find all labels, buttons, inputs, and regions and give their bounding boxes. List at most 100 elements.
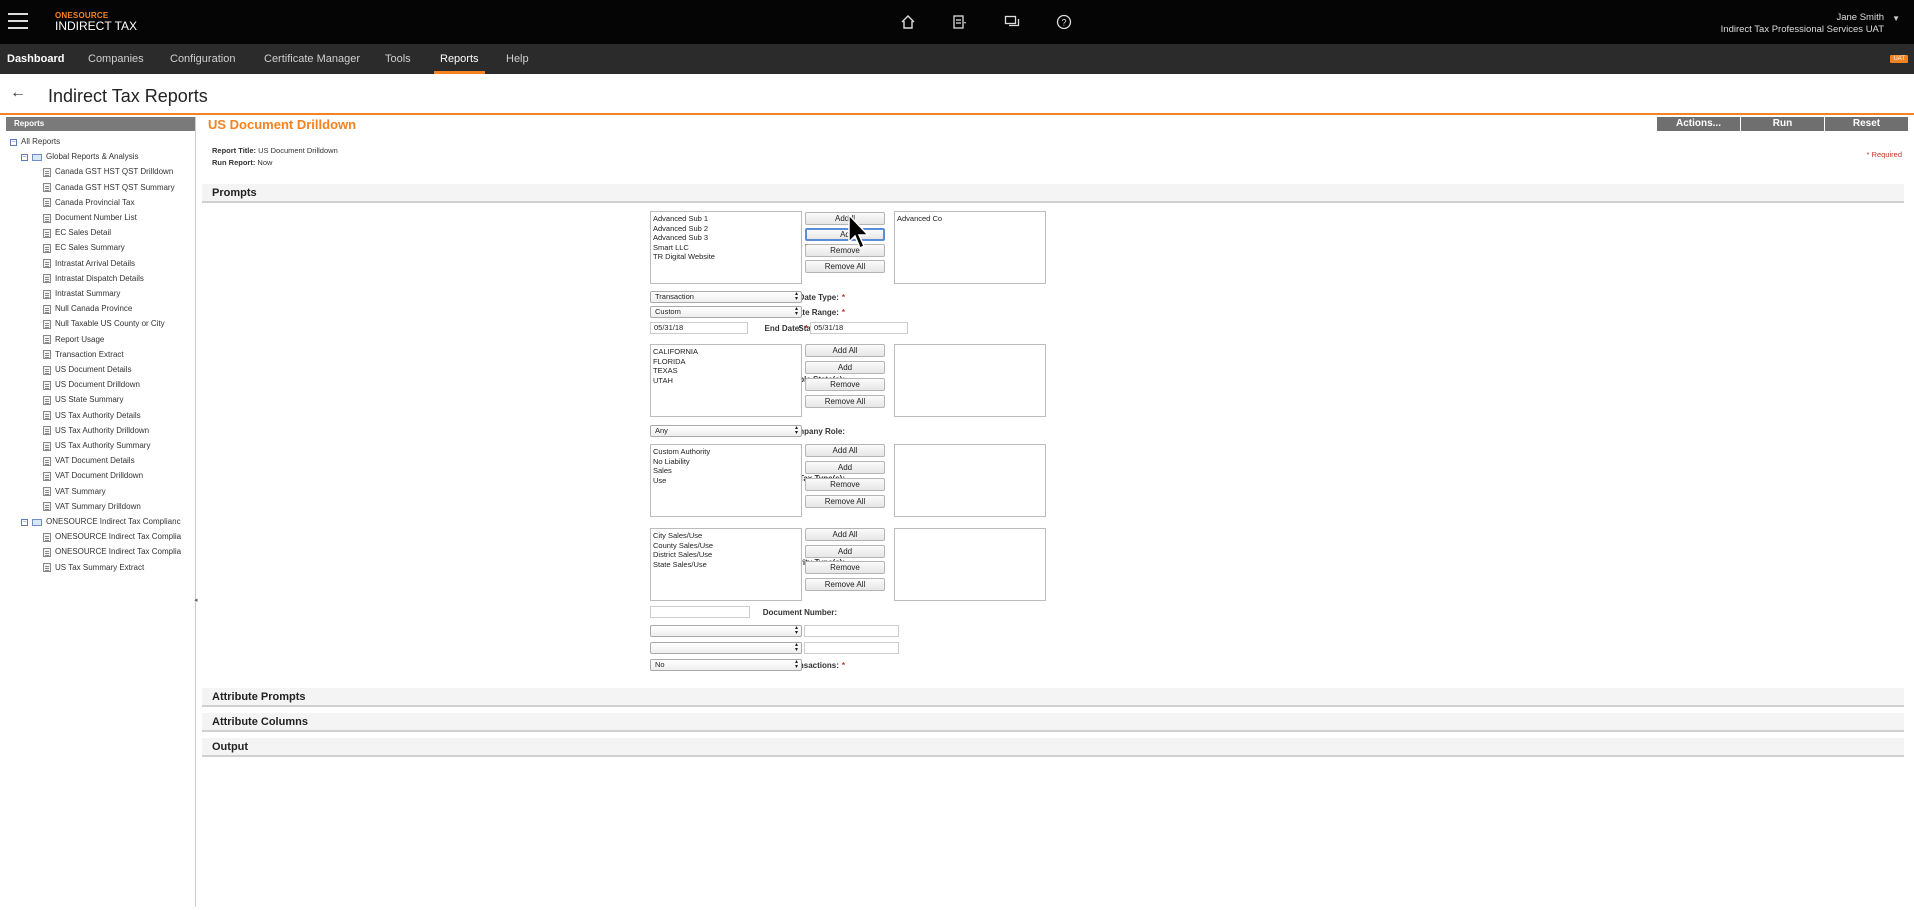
- tree-item-report[interactable]: ONESOURCE Indirect Tax Complia: [43, 530, 181, 544]
- omit-exempt-select[interactable]: No ▴ ▾: [650, 659, 802, 671]
- authority-types-add-all-button[interactable]: Add All: [805, 528, 885, 541]
- list-item[interactable]: TEXAS: [653, 366, 799, 376]
- start-date-input[interactable]: 05/31/18: [650, 322, 748, 334]
- list-item[interactable]: District Sales/Use: [653, 550, 799, 560]
- list-item[interactable]: City Sales/Use: [653, 531, 799, 541]
- tax-types-remove-all-button[interactable]: Remove All: [805, 495, 885, 508]
- date-type-select[interactable]: Transaction ▴ ▾: [650, 291, 802, 303]
- list-item[interactable]: Advanced Sub 2: [653, 224, 799, 234]
- authority-types-remove-button[interactable]: Remove: [805, 561, 885, 574]
- nav-help[interactable]: Help: [506, 44, 529, 74]
- tree-item-report[interactable]: Null Taxable US County or City: [43, 317, 165, 331]
- tree-item-report[interactable]: Canada Provincial Tax: [43, 196, 134, 210]
- list-item[interactable]: Advanced Sub 1: [653, 214, 799, 224]
- attribute-prompts-section-header[interactable]: Attribute Prompts: [202, 688, 1904, 707]
- tree-item-report[interactable]: Report Usage: [43, 333, 104, 347]
- tree-item-report[interactable]: US Tax Authority Summary: [43, 439, 150, 453]
- list-item[interactable]: State Sales/Use: [653, 560, 799, 570]
- collapse-toggle-icon[interactable]: −: [10, 138, 17, 146]
- tree-item-report[interactable]: EC Sales Summary: [43, 241, 125, 255]
- tree-item-report[interactable]: Canada GST HST QST Summary: [43, 181, 175, 195]
- hamburger-menu-icon[interactable]: [8, 13, 28, 29]
- states-add-all-button[interactable]: Add All: [805, 344, 885, 357]
- tree-item-report[interactable]: US Tax Summary Extract: [43, 561, 144, 575]
- tree-item-report[interactable]: US Document Details: [43, 363, 131, 377]
- states-add-button[interactable]: Add: [805, 361, 885, 374]
- reset-button[interactable]: Reset: [1824, 117, 1908, 131]
- tax-types-remove-button[interactable]: Remove: [805, 478, 885, 491]
- tree-item-report[interactable]: US State Summary: [43, 393, 123, 407]
- home-icon[interactable]: [898, 12, 918, 32]
- tree-item-report[interactable]: VAT Summary Drilldown: [43, 500, 141, 514]
- document-gross-amount-operator-select[interactable]: ▴ ▾: [650, 625, 802, 637]
- user-menu[interactable]: Jane Smith Indirect Tax Professional Ser…: [1721, 12, 1884, 36]
- tree-item-report[interactable]: VAT Document Details: [43, 454, 135, 468]
- back-arrow-icon[interactable]: ←: [10, 84, 26, 102]
- tree-item-report[interactable]: VAT Summary: [43, 485, 106, 499]
- tree-folder-compliance[interactable]: − ONESOURCE Indirect Tax Complianc: [21, 515, 181, 529]
- nav-certificate-manager[interactable]: Certificate Manager: [264, 44, 360, 74]
- document-number-input[interactable]: [650, 606, 750, 618]
- attribute-columns-section-header[interactable]: Attribute Columns: [202, 713, 1904, 732]
- authority-types-selected-list[interactable]: [894, 528, 1046, 601]
- tree-folder-global-reports[interactable]: − Global Reports & Analysis: [21, 150, 139, 164]
- list-item[interactable]: Use: [653, 476, 799, 486]
- end-date-input[interactable]: 05/31/18: [810, 322, 908, 334]
- run-button[interactable]: Run: [1740, 117, 1824, 131]
- help-icon[interactable]: ?: [1054, 12, 1074, 32]
- states-selected-list[interactable]: [894, 344, 1046, 417]
- nav-reports[interactable]: Reports: [434, 44, 484, 74]
- list-item[interactable]: No Liability: [653, 457, 799, 467]
- tree-item-report[interactable]: Intrastat Dispatch Details: [43, 272, 144, 286]
- tree-item-report[interactable]: Intrastat Summary: [43, 287, 120, 301]
- actions-button[interactable]: Actions...: [1656, 117, 1740, 131]
- tree-item-report[interactable]: Canada GST HST QST Drilldown: [43, 165, 173, 179]
- chevron-down-icon[interactable]: ▼: [1892, 14, 1900, 23]
- tax-types-available-list[interactable]: Custom Authority No Liability Sales Use: [650, 444, 802, 517]
- prompts-section-header[interactable]: Prompts: [202, 184, 1904, 203]
- document-gross-amount-input[interactable]: [804, 625, 899, 637]
- states-remove-button[interactable]: Remove: [805, 378, 885, 391]
- tax-types-add-all-button[interactable]: Add All: [805, 444, 885, 457]
- tree-item-report[interactable]: Transaction Extract: [43, 348, 124, 362]
- authority-types-available-list[interactable]: City Sales/Use County Sales/Use District…: [650, 528, 802, 601]
- document-tax-amount-input[interactable]: [804, 642, 899, 654]
- chat-icon[interactable]: [1002, 12, 1022, 32]
- tree-item-report[interactable]: Intrastat Arrival Details: [43, 257, 135, 271]
- company-add-all-button[interactable]: Add ll: [805, 212, 885, 225]
- list-item[interactable]: CALIFORNIA: [653, 347, 799, 357]
- list-item[interactable]: Sales: [653, 466, 799, 476]
- list-item[interactable]: UTAH: [653, 376, 799, 386]
- company-remove-all-button[interactable]: Remove All: [805, 260, 885, 273]
- states-available-list[interactable]: CALIFORNIA FLORIDA TEXAS UTAH: [650, 344, 802, 417]
- company-available-list[interactable]: Advanced Sub 1 Advanced Sub 2 Advanced S…: [650, 211, 802, 284]
- nav-tools[interactable]: Tools: [385, 44, 411, 74]
- tree-item-report[interactable]: Document Number List: [43, 211, 137, 225]
- tree-item-report[interactable]: US Tax Authority Drilldown: [43, 424, 149, 438]
- tree-item-report[interactable]: ONESOURCE Indirect Tax Complia: [43, 545, 181, 559]
- tree-item-report[interactable]: EC Sales Detail: [43, 226, 111, 240]
- nav-companies[interactable]: Companies: [88, 44, 144, 74]
- nav-dashboard[interactable]: Dashboard: [7, 44, 64, 74]
- authority-types-remove-all-button[interactable]: Remove All: [805, 578, 885, 591]
- company-remove-button[interactable]: Remove: [805, 244, 885, 257]
- company-role-select[interactable]: Any ▴ ▾: [650, 425, 802, 437]
- authority-types-add-button[interactable]: Add: [805, 545, 885, 558]
- tree-item-report[interactable]: Null Canada Province: [43, 302, 132, 316]
- list-item[interactable]: Custom Authority: [653, 447, 799, 457]
- date-range-select[interactable]: Custom ▴ ▾: [650, 306, 802, 318]
- collapse-toggle-icon[interactable]: −: [21, 518, 28, 526]
- output-section-header[interactable]: Output: [202, 738, 1904, 757]
- list-item[interactable]: TR Digital Website: [653, 252, 799, 262]
- states-remove-all-button[interactable]: Remove All: [805, 395, 885, 408]
- company-selected-list[interactable]: Advanced Co: [894, 211, 1046, 284]
- tree-item-report[interactable]: VAT Document Drilldown: [43, 469, 143, 483]
- document-tax-amount-operator-select[interactable]: ▴ ▾: [650, 642, 802, 654]
- tax-types-selected-list[interactable]: [894, 444, 1046, 517]
- nav-configuration[interactable]: Configuration: [170, 44, 235, 74]
- list-item[interactable]: Advanced Co: [897, 214, 1043, 224]
- collapse-toggle-icon[interactable]: −: [21, 153, 28, 161]
- checklist-icon[interactable]: [950, 12, 970, 32]
- list-item[interactable]: FLORIDA: [653, 357, 799, 367]
- tax-types-add-button[interactable]: Add: [805, 461, 885, 474]
